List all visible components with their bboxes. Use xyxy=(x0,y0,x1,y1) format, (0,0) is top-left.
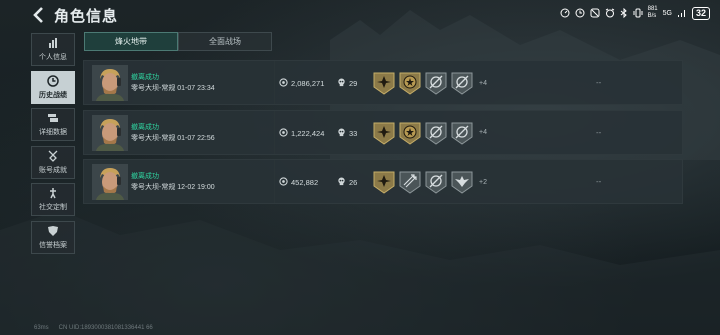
extra-info: -- xyxy=(596,177,602,186)
skull-icon xyxy=(338,78,345,87)
gold-compass-badge-icon[interactable] xyxy=(373,170,395,194)
status-bar: 881 B/s 5G 32 xyxy=(560,6,710,20)
coin-value-icon xyxy=(279,78,288,87)
sidebar-item-label: 详细数据 xyxy=(39,129,67,136)
medal-icon xyxy=(48,150,58,162)
match-row[interactable]: 撤离成功 零号大坝-常规 12-02 19:00 452,882 26 +2 -… xyxy=(83,159,683,204)
coin-value-icon xyxy=(279,127,288,137)
gold-star-badge-icon[interactable] xyxy=(399,71,421,95)
sidebar-item-label: 个人信息 xyxy=(39,54,67,61)
map-and-time: 零号大坝-常规 12-02 19:00 xyxy=(131,184,215,191)
silver-target-badge-icon[interactable] xyxy=(451,121,473,145)
operator-avatar xyxy=(92,164,128,200)
match-row[interactable]: 撤离成功 零号大坝-常规 01-07 22:56 1,222,424 33 +4… xyxy=(83,109,683,155)
skull-icon xyxy=(338,177,345,186)
row-divider xyxy=(274,110,275,154)
bar-chart-icon xyxy=(49,38,57,48)
operator-avatar xyxy=(92,114,128,151)
match-list: 撤离成功 零号大坝-常规 01-07 23:34 2,086,271 29 +4… xyxy=(83,60,683,209)
clock-icon xyxy=(47,74,59,87)
gold-compass-badge-icon[interactable] xyxy=(373,121,395,145)
more-badges-count: +4 xyxy=(479,129,487,136)
silver-target-badge-icon[interactable] xyxy=(425,121,447,145)
silver-wing-badge-icon[interactable] xyxy=(451,170,473,194)
sidebar-item-label: 信誉档案 xyxy=(39,241,67,249)
badge-list: +4 xyxy=(373,121,487,145)
row-divider xyxy=(274,160,275,203)
match-row[interactable]: 撤离成功 零号大坝-常规 01-07 23:34 2,086,271 29 +4… xyxy=(83,60,683,105)
more-badges-count: +4 xyxy=(479,79,487,87)
gold-compass-badge-icon[interactable] xyxy=(373,71,395,95)
kill-count: 26 xyxy=(349,178,358,187)
mode-tabs: 烽火地带 全面战场 xyxy=(84,32,272,51)
clock-status-icon xyxy=(575,8,585,18)
kill-count: 29 xyxy=(349,79,358,88)
extraction-result: 撤离成功 xyxy=(131,173,159,180)
sidebar-item-label: 账号成就 xyxy=(39,166,67,174)
sidebar-item-label: 历史战绩 xyxy=(39,91,67,99)
ping-readout: 63ms xyxy=(34,325,49,331)
stack-icon xyxy=(48,114,58,122)
sidebar-item-label: 社交定制 xyxy=(39,204,67,211)
wrench-icon xyxy=(50,188,56,199)
tab-hazard-zone[interactable]: 烽火地带 xyxy=(84,32,178,51)
operator-avatar xyxy=(92,65,128,101)
uid-readout: CN UID:1893000381081336441 66 xyxy=(58,325,153,331)
sidebar: 个人信息 历史战绩 详细数据 账号成就 社交定制 信誉档案 xyxy=(31,33,75,258)
extraction-result: 撤离成功 xyxy=(131,74,159,81)
tab-full-battlefield[interactable]: 全面战场 xyxy=(178,32,272,51)
silver-target-badge-icon[interactable] xyxy=(425,71,447,95)
map-and-time: 零号大坝-常规 01-07 23:34 xyxy=(131,85,215,92)
skull-icon xyxy=(338,127,345,136)
sidebar-item-detailed-data[interactable]: 详细数据 xyxy=(31,108,75,141)
gold-star-badge-icon[interactable] xyxy=(399,121,421,145)
alarm-icon xyxy=(605,8,614,18)
top-bar: 角色信息 881 B/s 5G 32 xyxy=(0,0,720,30)
net-speed-unit: B/s xyxy=(647,13,657,19)
loot-value: 2,086,271 xyxy=(291,79,325,88)
map-and-time: 零号大坝-常规 01-07 22:56 xyxy=(131,134,215,142)
shield-icon xyxy=(48,225,58,236)
extra-info: -- xyxy=(596,127,602,137)
mute-icon xyxy=(590,8,600,18)
sidebar-item-social-custom[interactable]: 社交定制 xyxy=(31,183,75,216)
battery-level: 32 xyxy=(691,6,710,20)
speedometer-icon xyxy=(560,8,570,18)
silver-arrows-badge-icon[interactable] xyxy=(399,170,421,194)
extra-info: -- xyxy=(596,78,602,87)
row-divider xyxy=(274,61,275,104)
network-type: 5G xyxy=(662,9,672,17)
net-speed-value: 881 xyxy=(647,6,658,12)
sidebar-item-achievements[interactable]: 账号成就 xyxy=(31,145,75,179)
more-badges-count: +2 xyxy=(479,178,487,186)
extraction-result: 撤离成功 xyxy=(131,123,159,131)
bluetooth-icon xyxy=(620,8,627,18)
sidebar-item-reputation[interactable]: 信誉档案 xyxy=(31,220,75,254)
silver-target-badge-icon[interactable] xyxy=(425,170,447,194)
kill-count: 33 xyxy=(349,128,358,138)
sidebar-item-personal-info[interactable]: 个人信息 xyxy=(31,33,75,66)
back-arrow-icon[interactable] xyxy=(30,5,48,25)
page-title: 角色信息 xyxy=(54,8,119,25)
badge-list: +2 xyxy=(373,170,487,194)
vibrate-icon xyxy=(633,8,643,18)
signal-icon xyxy=(677,9,685,17)
silver-target-badge-icon[interactable] xyxy=(451,71,473,95)
loot-value: 452,882 xyxy=(291,178,319,187)
coin-value-icon xyxy=(279,177,288,186)
badge-list: +4 xyxy=(373,71,487,95)
loot-value: 1,222,424 xyxy=(291,128,325,138)
net-speed: 881 B/s xyxy=(648,6,658,20)
sidebar-item-history[interactable]: 历史战绩 xyxy=(31,70,75,104)
debug-footer: 63ms CN UID:1893000381081336441 66 xyxy=(34,325,153,331)
